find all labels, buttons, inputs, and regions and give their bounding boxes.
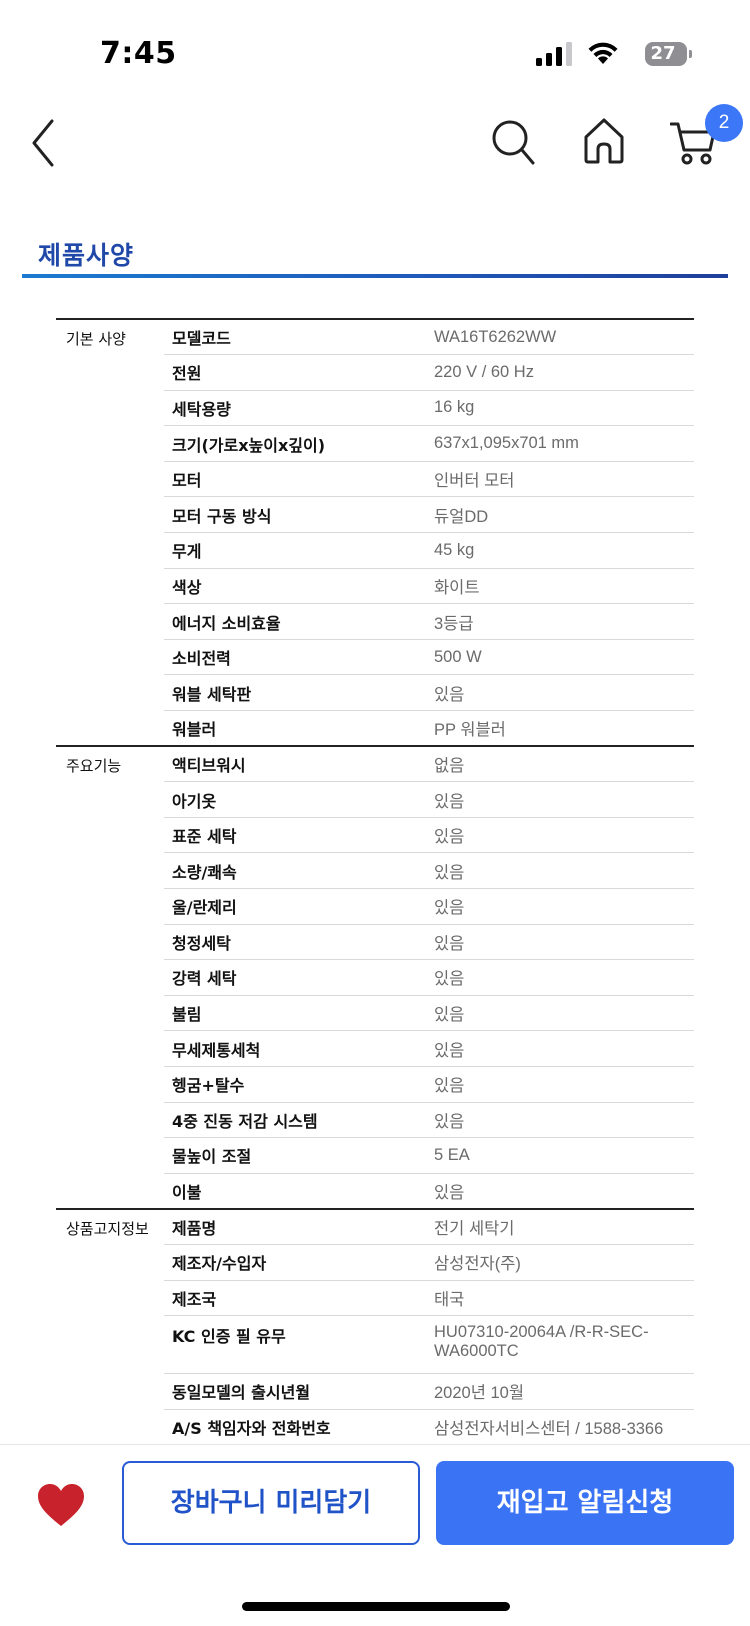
- spec-value: 2020년 10월: [426, 1373, 694, 1410]
- spec-value: WA16T6262WW: [426, 318, 694, 356]
- spec-key: 에너지 소비효율: [164, 603, 426, 640]
- wifi-icon: [588, 42, 618, 64]
- home-icon[interactable]: [582, 117, 626, 165]
- spec-key: 무게: [164, 532, 426, 569]
- status-bar: 7:45 27: [0, 0, 750, 100]
- spec-value: 듀얼DD: [426, 496, 694, 534]
- spec-value: 5 EA: [426, 1137, 694, 1174]
- spec-row: 기본 사양 모델코드 WA16T6262WW: [56, 317, 694, 747]
- section-title: 제품사양: [38, 241, 135, 270]
- spec-value: 있음: [426, 781, 694, 818]
- spec-value: 45 kg: [426, 532, 694, 569]
- spec-key: 소량/쾌속: [164, 852, 426, 889]
- spec-value: 있음: [426, 1066, 694, 1103]
- spec-value: 없음: [426, 745, 694, 783]
- spec-key: 모터 구동 방식: [164, 496, 426, 534]
- spec-key: 세탁용량: [164, 390, 426, 427]
- spec-key: 불림: [164, 995, 426, 1032]
- spec-value: 220 V / 60 Hz: [426, 354, 694, 391]
- status-time: 7:45: [100, 36, 177, 71]
- spec-value: 삼성전자서비스센터 / 1588-3366: [426, 1409, 694, 1446]
- spec-value: PP 워블러: [426, 710, 694, 747]
- spec-key: 소비전력: [164, 639, 426, 676]
- spec-key: 제조국: [164, 1280, 426, 1317]
- spec-group-label: 기본 사양: [56, 317, 164, 747]
- add-to-cart-button[interactable]: 장바구니 미리담기: [122, 1461, 420, 1545]
- spec-value: 500 W: [426, 639, 694, 676]
- spec-key: 크기(가로x높이x깊이): [164, 425, 426, 462]
- spec-key: 4중 진동 저감 시스템: [164, 1102, 426, 1139]
- spec-value: 있음: [426, 1173, 694, 1210]
- spec-key: 모델코드: [164, 318, 426, 356]
- spec-value: 637x1,095x701 mm: [426, 425, 694, 462]
- section-divider: [22, 274, 728, 278]
- spec-key: 아기옷: [164, 781, 426, 818]
- spec-key: 전원: [164, 354, 426, 391]
- spec-value: 있음: [426, 852, 694, 889]
- spec-value: 삼성전자(주): [426, 1244, 694, 1281]
- spec-key: 동일모델의 출시년월: [164, 1373, 426, 1410]
- spec-value: 전기 세탁기: [426, 1207, 694, 1245]
- spec-key: 제품명: [164, 1207, 426, 1245]
- spec-value: HU07310-20064A /R-R-SEC-WA6000TC: [426, 1315, 694, 1375]
- spec-key: 강력 세탁: [164, 959, 426, 996]
- spec-key: 울/란제리: [164, 888, 426, 925]
- spec-group-label: 주요기능: [56, 745, 164, 1209]
- search-icon[interactable]: [490, 117, 536, 167]
- signal-icon: [536, 42, 572, 66]
- battery-cap: [689, 50, 692, 58]
- spec-key: 모터: [164, 461, 426, 498]
- back-arrow-icon[interactable]: [28, 117, 64, 169]
- heart-icon[interactable]: [36, 1482, 86, 1528]
- spec-value: 있음: [426, 674, 694, 712]
- spec-key: 표준 세탁: [164, 817, 426, 854]
- spec-key: 청정세탁: [164, 924, 426, 961]
- spec-value: 3등급: [426, 603, 694, 640]
- spec-value: 있음: [426, 924, 694, 961]
- spec-row: 상품고지정보 제품명 전기 세탁기: [56, 1207, 694, 1445]
- spec-key: 물높이 조절: [164, 1137, 426, 1174]
- spec-key: 워블 세탁판: [164, 674, 426, 712]
- spec-value: 16 kg: [426, 390, 694, 427]
- spec-key: 제조자/수입자: [164, 1244, 426, 1281]
- spec-key: KC 인증 필 유무: [164, 1315, 426, 1375]
- spec-table: 기본 사양 모델코드 WA16T6262WW 전원 220 V / 60 Hz 세탁용량 1…: [56, 317, 694, 1446]
- spec-table-body: 기본 사양 모델코드 WA16T6262WW 전원 220 V / 60 Hz 세탁용량 1…: [56, 317, 694, 1446]
- spec-value: 있음: [426, 817, 694, 854]
- spec-value: 태국: [426, 1280, 694, 1317]
- spec-key: 워블러: [164, 710, 426, 747]
- spec-value: 인버터 모터: [426, 461, 694, 498]
- battery-level: 27: [650, 43, 676, 64]
- spec-value: 있음: [426, 995, 694, 1032]
- spec-value: 있음: [426, 1102, 694, 1139]
- spec-value: 화이트: [426, 568, 694, 605]
- spec-group-label: 상품고지정보: [56, 1207, 164, 1445]
- spec-key: 무세제통세척: [164, 1030, 426, 1067]
- spec-key: 헹굼+탈수: [164, 1066, 426, 1103]
- spec-row: 주요기능 액티브워시 없음: [56, 745, 694, 1209]
- spec-value: 있음: [426, 1030, 694, 1067]
- spec-key: 액티브워시: [164, 745, 426, 783]
- battery-icon: 27: [645, 42, 687, 66]
- home-indicator: [242, 1602, 510, 1611]
- spec-value: 있음: [426, 888, 694, 925]
- spec-key: 이불: [164, 1173, 426, 1210]
- spec-key: 색상: [164, 568, 426, 605]
- spec-value: 있음: [426, 959, 694, 996]
- restock-alert-button[interactable]: 재입고 알림신청: [436, 1461, 734, 1545]
- cart-count-badge: 2: [705, 104, 743, 142]
- spec-key: A/S 책임자와 전화번호: [164, 1409, 426, 1446]
